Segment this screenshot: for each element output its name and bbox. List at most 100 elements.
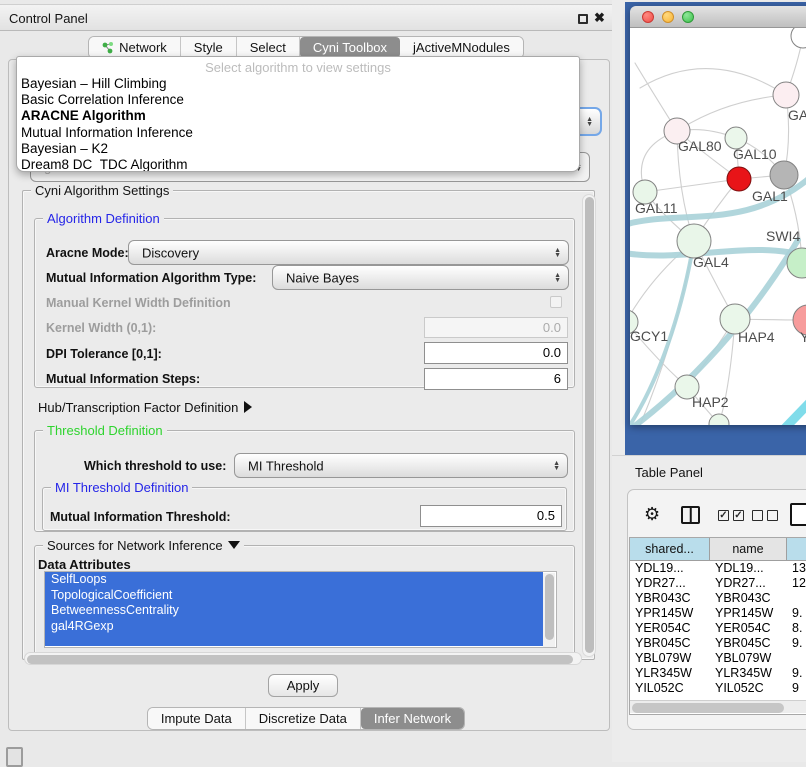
dropdown-option[interactable]: Basic Correlation Inference: [17, 92, 579, 108]
bottom-tab-discretize-data[interactable]: Discretize Data: [246, 708, 361, 729]
tab-network[interactable]: Network: [89, 37, 181, 58]
network-node-gal1[interactable]: [727, 167, 751, 191]
bottom-tab-label: Discretize Data: [259, 711, 347, 726]
attributes-scrollbar[interactable]: [543, 573, 555, 648]
tab-style[interactable]: Style: [181, 37, 237, 58]
table-column-header[interactable]: shared...: [630, 538, 710, 561]
tab-label: Style: [194, 40, 223, 55]
tab-label: Network: [119, 40, 167, 55]
table-row[interactable]: YDL19...YDL19...13: [630, 561, 806, 576]
algorithm-dropdown-placeholder: Select algorithm to view settings: [17, 57, 579, 76]
network-window-titlebar[interactable]: [630, 6, 806, 28]
document-icon[interactable]: [790, 503, 806, 526]
table-column-header[interactable]: A: [787, 538, 806, 561]
which-threshold-combobox[interactable]: MI Threshold ▲▼: [234, 453, 568, 478]
data-attributes-list[interactable]: SelfLoopsTopologicalCoefficientBetweenne…: [44, 571, 557, 648]
table-cell: 9.: [787, 606, 806, 621]
dropdown-option[interactable]: Mutual Information Inference: [17, 125, 579, 141]
settings-vertical-scrollbar[interactable]: [582, 194, 596, 657]
apply-button[interactable]: Apply: [268, 674, 338, 697]
close-icon[interactable]: ✖: [594, 10, 605, 26]
table-row[interactable]: YBR045CYBR045C9.: [630, 636, 806, 651]
table-row[interactable]: YPR145WYPR145W9.: [630, 606, 806, 621]
node-label: Y: [800, 329, 806, 345]
tab-select[interactable]: Select: [237, 37, 300, 58]
table-row[interactable]: YBR043CYBR043C: [630, 591, 806, 606]
table-cell: YPR145W: [630, 606, 710, 621]
kernel-width-label: Kernel Width (0,1):: [46, 321, 156, 335]
table-cell: YDR27...: [710, 576, 787, 591]
dropdown-option[interactable]: Dream8 DC_TDC Algorithm: [17, 157, 579, 172]
network-edge: [645, 179, 739, 192]
table-row[interactable]: YIL052CYIL052C9: [630, 681, 806, 696]
zoom-traffic-light-icon[interactable]: [682, 11, 694, 23]
dropdown-option[interactable]: ARACNE Algorithm: [17, 108, 579, 124]
network-window[interactable]: GALGAL80GAL10GAL1GAL11SWI4GAL4HAP4YGCY1H…: [630, 6, 806, 425]
hub-definition-disclosure[interactable]: Hub/Transcription Factor Definition: [38, 400, 252, 415]
table-row[interactable]: YER054CYER054C8.: [630, 621, 806, 636]
network-node-gal4[interactable]: [677, 224, 711, 258]
unchecked-boxes-icon[interactable]: [752, 510, 778, 521]
table-cell: YER054C: [630, 621, 710, 636]
bottom-tab-impute-data[interactable]: Impute Data: [148, 708, 246, 729]
checked-boxes-icon[interactable]: ✓✓: [718, 510, 744, 521]
network-node-gal[interactable]: [773, 82, 799, 108]
table-column-header[interactable]: name: [710, 538, 787, 561]
table-cell: 8.: [787, 621, 806, 636]
table-cell: YBR045C: [630, 636, 710, 651]
aracne-mode-combobox[interactable]: Discovery ▲▼: [128, 240, 569, 265]
node-label: HAP2: [692, 394, 729, 410]
bottom-tab-label: Impute Data: [161, 711, 232, 726]
table-toolbar: ⚙ ✓✓: [630, 503, 806, 533]
network-canvas[interactable]: GALGAL80GAL10GAL1GAL11SWI4GAL4HAP4YGCY1H…: [630, 28, 806, 425]
attribute-list-item[interactable]: gal4RGexp: [45, 619, 543, 635]
gear-icon[interactable]: ⚙: [644, 504, 660, 525]
node-label: HAP4: [738, 329, 775, 345]
table-cell: YLR345W: [710, 666, 787, 681]
tab-cyni-toolbox[interactable]: Cyni Toolbox: [300, 37, 400, 58]
partial-corner-icon[interactable]: [6, 747, 23, 767]
manual-kernel-width-checkbox[interactable]: [550, 296, 562, 308]
list-item-partial: [45, 634, 543, 646]
settings-horizontal-scrollbar[interactable]: [24, 652, 582, 665]
float-window-icon[interactable]: [578, 14, 588, 24]
attribute-list-item[interactable]: BetweennessCentrality: [45, 603, 543, 619]
table-cell: [787, 651, 806, 666]
node-label: GAL80: [678, 138, 722, 154]
minimize-traffic-light-icon[interactable]: [662, 11, 674, 23]
table-row[interactable]: YLR345WYLR345W9.: [630, 666, 806, 681]
network-edge: [785, 398, 806, 425]
dropdown-option[interactable]: Bayesian – Hill Climbing: [17, 76, 579, 92]
network-node[interactable]: [770, 161, 798, 189]
mi-threshold-field[interactable]: 0.5: [420, 505, 562, 527]
table-horizontal-scrollbar[interactable]: [630, 700, 806, 713]
combo-arrows-icon: ▲▼: [586, 117, 593, 127]
bottom-tab-infer-network[interactable]: Infer Network: [361, 708, 464, 729]
mi-steps-field[interactable]: 6: [424, 368, 568, 390]
mi-algorithm-type-combobox[interactable]: Naive Bayes ▲▼: [272, 265, 569, 290]
table-cell: YBR045C: [710, 636, 787, 651]
cyni-bottom-tabstrip: Impute Data Discretize Data Infer Network: [0, 707, 612, 730]
dpi-tolerance-field[interactable]: 0.0: [424, 342, 568, 364]
table-cell: YBR043C: [710, 591, 787, 606]
node-label: GAL: [788, 107, 806, 123]
table-row[interactable]: YBL079WYBL079W: [630, 651, 806, 666]
dropdown-option[interactable]: Bayesian – K2: [17, 141, 579, 157]
close-traffic-light-icon[interactable]: [642, 11, 654, 23]
mi-steps-label: Mutual Information Steps:: [46, 372, 200, 386]
combo-arrows-icon: ▲▼: [553, 461, 560, 471]
node-table[interactable]: shared...nameA YDL19...YDL19...13YDR27..…: [629, 537, 806, 715]
sources-title-row[interactable]: Sources for Network Inference: [43, 538, 244, 553]
attribute-list-item[interactable]: TopologicalCoefficient: [45, 588, 543, 604]
node-label: GAL11: [635, 200, 678, 216]
table-cell: YBL079W: [710, 651, 787, 666]
table-row[interactable]: YDR27...YDR27...12: [630, 576, 806, 591]
attribute-list-item[interactable]: SelfLoops: [45, 572, 543, 588]
split-columns-icon[interactable]: [681, 506, 700, 524]
mi-algorithm-type-label: Mutual Information Algorithm Type:: [46, 271, 256, 285]
table-cell: 12: [787, 576, 806, 591]
network-node[interactable]: [791, 28, 806, 48]
tab-jactivemnodules[interactable]: jActiveMNodules: [400, 37, 523, 58]
kernel-width-field[interactable]: 0.0: [424, 317, 568, 338]
table-cell: YER054C: [710, 621, 787, 636]
